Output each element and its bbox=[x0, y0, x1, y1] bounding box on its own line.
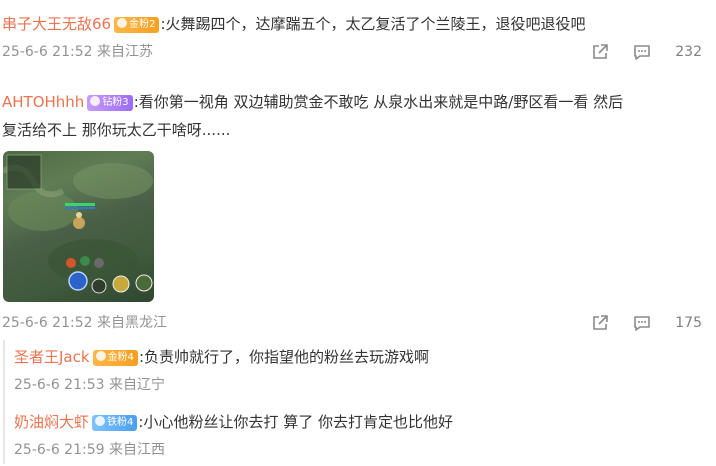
reply-username[interactable]: 圣者王Jack bbox=[14, 348, 90, 366]
crown-icon bbox=[117, 18, 128, 28]
comment-line: 串子大王无敌66 金粉2 :火舞踢四个，达摩踹五个，太乙复活了个兰陵王，退役吧退役吧 bbox=[2, 14, 586, 34]
comment-text: :看你第一视角 双边辅助赏金不敢吃 从泉水出来就是中路/野区看一看 然后 bbox=[133, 93, 624, 111]
comment-line: AHTOHhhh 钻粉3 :看你第一视角 双边辅助赏金不敢吃 从泉水出来就是中路/野… bbox=[2, 92, 623, 112]
crown-icon bbox=[95, 416, 106, 426]
like-button[interactable]: 175 bbox=[669, 315, 702, 331]
fan-badge[interactable]: 金粉4 bbox=[92, 350, 138, 366]
reply-meta: 25-6-6 21:53 来自辽宁 bbox=[14, 377, 165, 393]
game-scene-illustration bbox=[3, 154, 153, 294]
share-button[interactable] bbox=[579, 311, 621, 335]
like-count: 232 bbox=[675, 44, 702, 60]
comment-image[interactable] bbox=[3, 151, 154, 302]
reply-text: :负责帅就行了，你指望他的粉丝去玩游戏啊 bbox=[138, 348, 429, 366]
comment-text: :火舞踢四个，达摩踹五个，太乙复活了个兰陵王，退役吧退役吧 bbox=[160, 15, 586, 33]
comment-username[interactable]: AHTOHhhh bbox=[2, 93, 84, 111]
comment-button[interactable] bbox=[621, 40, 663, 64]
reply-line: 奶油焖大虾 铁粉4 :小心他粉丝让你去打 算了 你去打肯定也比他好 bbox=[14, 412, 453, 432]
fan-badge-label: 铁粉4 bbox=[107, 417, 134, 428]
reply-meta: 25-6-6 21:59 来自江西 bbox=[14, 442, 165, 458]
fan-badge-label: 钻粉3 bbox=[102, 97, 129, 108]
fan-badge[interactable]: 铁粉4 bbox=[92, 415, 138, 431]
fan-badge-label: 金粉2 bbox=[129, 19, 156, 30]
comment-icon bbox=[634, 316, 651, 331]
comment-meta: 25-6-6 21:52 来自黑龙江 bbox=[2, 315, 167, 331]
comment-icon bbox=[634, 45, 651, 60]
reply-text: :小心他粉丝让你去打 算了 你去打肯定也比他好 bbox=[138, 413, 453, 431]
comment-meta: 25-6-6 21:52 来自江苏 bbox=[2, 44, 153, 60]
reply-username[interactable]: 奶油焖大虾 bbox=[14, 413, 89, 431]
diamond-icon bbox=[90, 96, 101, 106]
reply-thread-divider bbox=[3, 340, 5, 464]
fan-badge[interactable]: 金粉2 bbox=[114, 17, 160, 33]
like-count: 175 bbox=[675, 315, 702, 331]
comment-text-continued: 复活给不上 那你玩太乙干啥呀...... bbox=[2, 121, 231, 139]
comment-actions: 175 bbox=[579, 311, 702, 335]
crown-icon bbox=[95, 351, 106, 361]
share-button[interactable] bbox=[579, 40, 621, 64]
comment-username[interactable]: 串子大王无敌66 bbox=[2, 15, 111, 33]
like-button[interactable]: 232 bbox=[669, 44, 702, 60]
comment-button[interactable] bbox=[621, 311, 663, 335]
reply-line: 圣者王Jack 金粉4 :负责帅就行了，你指望他的粉丝去玩游戏啊 bbox=[14, 347, 429, 367]
share-icon bbox=[593, 44, 609, 59]
fan-badge[interactable]: 钻粉3 bbox=[87, 95, 133, 111]
share-icon bbox=[593, 315, 609, 330]
fan-badge-label: 金粉4 bbox=[107, 352, 134, 363]
comment-actions: 232 bbox=[579, 40, 702, 64]
